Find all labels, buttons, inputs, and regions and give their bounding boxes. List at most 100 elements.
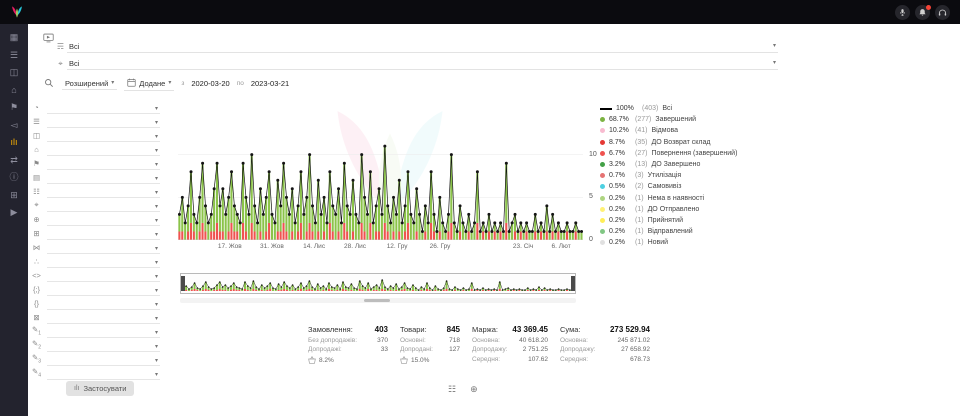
sidebar-integrations-icon[interactable]: ⇄ (10, 154, 18, 166)
statuses-select[interactable]: Всі ▾ (67, 41, 778, 53)
checkbox-select[interactable]: ▾ (47, 316, 160, 324)
date-to-input[interactable]: 2023-03-21 (251, 79, 289, 88)
notification-badge (926, 5, 931, 10)
date-from-input[interactable]: 2020-03-20 (191, 79, 229, 88)
filter-row-fields: {}▾ (30, 296, 160, 310)
fields-select[interactable]: ▾ (47, 302, 160, 310)
search-icon[interactable] (42, 78, 55, 90)
support-icon[interactable] (935, 5, 950, 20)
chevron-down-icon: ▾ (155, 120, 158, 126)
legend-item[interactable]: 68.7%(277)Завершений (600, 114, 785, 125)
legend-count: (277) (635, 116, 651, 123)
filter-row-custom-field-4: ✎4▾ (30, 366, 160, 380)
stat-subrow: Основні:718 (400, 337, 460, 344)
warehouse-select[interactable]: ▾ (47, 232, 160, 240)
delivery-select[interactable]: ▾ (47, 190, 160, 198)
legend-item[interactable]: 10.2%(41)Відмова (600, 125, 785, 136)
filter-row-country: ⊕▾ (30, 212, 160, 226)
sidebar-apps-icon[interactable]: ⊞ (10, 189, 18, 201)
department-select[interactable]: ▾ (47, 148, 160, 156)
brush-handle-right[interactable] (571, 276, 575, 291)
sidebar-info-icon[interactable]: ⓘ (9, 171, 18, 183)
date-from-label: з (181, 80, 184, 87)
microphone-icon[interactable] (895, 5, 910, 20)
region-select[interactable]: ▾ (47, 204, 160, 212)
sidebar-video-icon[interactable]: ▶ (11, 206, 18, 218)
date-field-select[interactable]: Додане ▾ (124, 77, 174, 91)
legend-swatch-icon (600, 162, 605, 167)
target-select[interactable]: Всі ▾ (67, 58, 778, 70)
legend-item[interactable]: 0.2%(1)Прийнятий (600, 215, 785, 226)
sidebar-orders-icon[interactable]: ☰ (10, 49, 18, 61)
params-select[interactable]: ▾ (47, 288, 160, 296)
legend-percent: 0.2% (609, 217, 631, 224)
legend-item[interactable]: 0.2%(1)Відправлений (600, 226, 785, 237)
globe-view-icon[interactable]: ⊕ (470, 384, 478, 395)
stat-subrow: Середня:107.62 (472, 356, 548, 363)
x-tick-label: 6. Лют (552, 243, 571, 250)
x-tick-label: 31. Жов (260, 243, 284, 250)
utm-select[interactable]: ▾ (47, 260, 160, 268)
legend-label: Відправлений (648, 228, 693, 235)
brush-handle-left[interactable] (181, 276, 185, 291)
sidebar-clients-icon[interactable]: ◫ (10, 66, 19, 78)
list-view-icon[interactable]: ☷ (448, 384, 456, 395)
custom-field-2-select[interactable]: ▾ (47, 344, 160, 352)
legend-item[interactable]: 8.7%(35)ДО Возврат склад (600, 137, 785, 148)
sidebar-home-icon[interactable]: ⌂ (11, 84, 16, 96)
stat-subrow-value: 678.73 (630, 356, 650, 363)
legend-percent: 0.2% (609, 195, 631, 202)
sidebar-dashboard-icon[interactable]: ▦ (10, 31, 19, 43)
notifications-icon[interactable] (915, 5, 930, 20)
custom-field-3-select[interactable]: ▾ (47, 358, 160, 366)
legend-item[interactable]: 100%(403)Всі (600, 103, 785, 114)
stat-subrow-label: Допродажу: (560, 346, 596, 353)
filter-panel: ◔▾☰▾◫▾⌂▾⚑▾▤▾☷▾⌖▾⊕▾⊞▾⋈▾∴▾<>▾{;}▾{}▾⊠▾✎1▾✎… (30, 100, 160, 380)
stat-subrow-value: 245 871.02 (617, 337, 650, 344)
sidebar-analytics-icon[interactable]: ılı (10, 136, 17, 148)
legend-item[interactable]: 0.2%(1)Нема в наявності (600, 193, 785, 204)
chart-brush[interactable] (180, 273, 576, 294)
filter-row-manager: ◫▾ (30, 128, 160, 142)
stat-column: Замовлення:403Без допродажів:370Допродаж… (308, 325, 388, 366)
stat-subrow: Допродажу:2 751.25 (472, 346, 548, 353)
chevron-down-icon: ▾ (155, 344, 158, 350)
manager-select[interactable]: ▾ (47, 134, 160, 142)
chevron-down-icon: ▾ (155, 204, 158, 210)
custom-field-4-select[interactable]: ▾ (47, 372, 160, 380)
scrollbar-thumb[interactable] (364, 299, 390, 302)
legend-item[interactable]: 0.2%(1)ДО Отправлено (600, 204, 785, 215)
legend-item[interactable]: 0.7%(3)Утилізація (600, 170, 785, 181)
country-select[interactable]: ▾ (47, 218, 160, 226)
filter-row-delivery: ☷▾ (30, 184, 160, 198)
legend-item[interactable]: 6.7%(27)Повернення (завершений) (600, 148, 785, 159)
stat-subrow-value: 718 (449, 337, 460, 344)
legend-count: (403) (642, 105, 658, 112)
legend-percent: 10.2% (609, 127, 631, 134)
orders-chart[interactable] (178, 112, 583, 240)
products-filter-select[interactable]: ▾ (47, 246, 160, 254)
status-select[interactable]: ▾ (47, 120, 160, 128)
chevron-down-icon: ▾ (155, 372, 158, 378)
sidebar-products-icon[interactable]: ⚑ (10, 101, 18, 113)
chevron-down-icon: ▾ (155, 134, 158, 140)
app-logo-icon[interactable] (10, 5, 24, 19)
apply-button[interactable]: ılı Застосувати (66, 381, 134, 396)
tags-select[interactable]: ▾ (47, 162, 160, 170)
calendar-icon (127, 78, 136, 89)
legend-item[interactable]: 3.2%(13)ДО Завершено (600, 159, 785, 170)
search-row: Розширений ▾ Додане ▾ з 2020-03-20 по 2 (42, 75, 778, 92)
filter-row-params: {;}▾ (30, 282, 160, 296)
code-select[interactable]: ▾ (47, 274, 160, 282)
horizontal-scrollbar[interactable] (180, 298, 576, 303)
search-mode-select[interactable]: Розширений ▾ (62, 78, 117, 90)
payment-select[interactable]: ▾ (47, 176, 160, 184)
legend-item[interactable]: 0.2%(1)Новий (600, 237, 785, 248)
source-select[interactable]: ▾ (47, 106, 160, 114)
filter-row-department: ⌂▾ (30, 142, 160, 156)
chevron-down-icon: ▾ (155, 302, 158, 308)
custom-field-1-select[interactable]: ▾ (47, 330, 160, 338)
legend-item[interactable]: 0.5%(2)Самовивіз (600, 181, 785, 192)
chart-legend: 100%(403)Всі68.7%(277)Завершений10.2%(41… (600, 103, 785, 248)
sidebar-marketing-icon[interactable]: ◅ (11, 119, 18, 131)
